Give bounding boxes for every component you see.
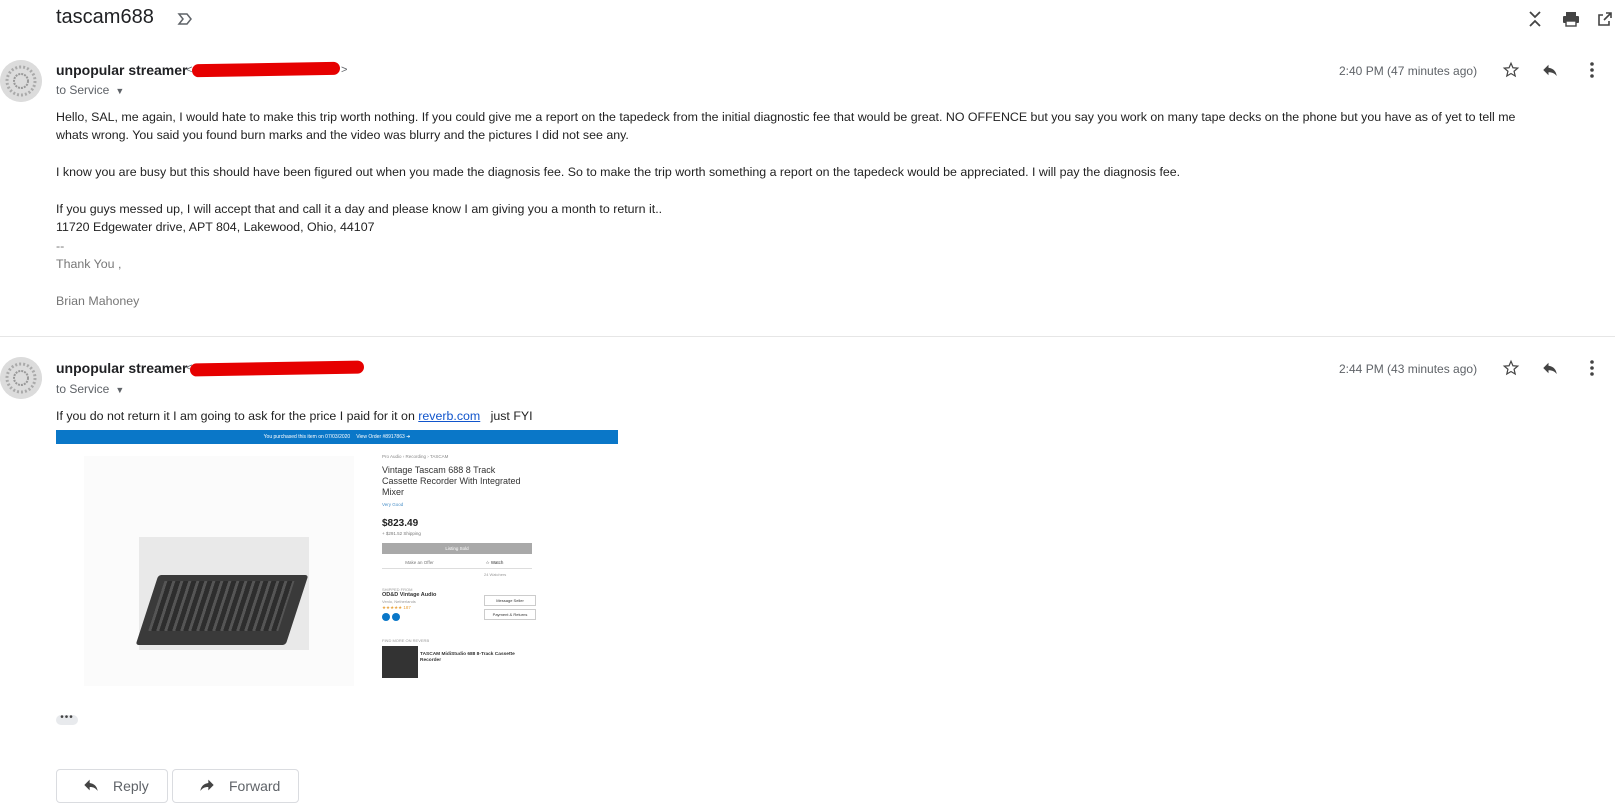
condition: Very Good [382,502,404,507]
avatar[interactable] [0,60,42,102]
redaction-mark [189,360,365,377]
shop-location: Venlo, Netherlands [382,599,416,604]
label-icon[interactable] [176,10,194,28]
reverb-link[interactable]: reverb.com [418,409,480,423]
breadcrumb: Pro Audio › Recording › TASCAM [382,454,449,459]
star-icon[interactable] [1500,59,1522,81]
offer-watch-row: Make an Offer ☆ Watch [382,557,532,569]
shop-rating: ★★★★★ 187 [382,605,411,610]
message-body: If you do not return it I am going to as… [56,407,533,425]
signature-line: Thank You , [56,257,122,272]
more-vert-icon[interactable] [1581,357,1603,379]
payment-returns: Payment & Returns [484,609,536,620]
body-text-after: just FYI [480,409,533,423]
message-seller: Message Seller [484,595,536,606]
related-title: TASCAM MidiStudio 688 8-Track Cassette R… [420,652,515,663]
view-order-link: View Order #8917863 ➜ [356,434,411,440]
recipient-text: to Service [56,83,110,97]
signature-separator: -- [56,238,65,253]
body-line: Hello, SAL, me again, I would hate to ma… [56,110,1516,124]
body-line: I know you are busy but this should have… [56,165,1181,180]
forward-label: Forward [229,778,281,794]
forward-button[interactable]: Forward [172,769,300,803]
message-body: Hello, SAL, me again, I would hate to ma… [56,108,1515,310]
forward-icon [199,778,215,795]
body-text-before: If you do not return it I am going to as… [56,409,419,423]
reply-icon[interactable] [1539,357,1561,379]
find-more-label: FIND MORE ON REVERB [382,638,430,643]
body-line: whats wrong. You said you found burn mar… [56,128,629,143]
chevron-down-icon[interactable]: ▼ [115,385,124,395]
message-divider [0,336,1615,337]
reply-icon[interactable] [1539,59,1561,81]
product-title: Vintage Tascam 688 8 Track Cassette Reco… [382,465,521,497]
sender-name[interactable]: unpopular streamer [56,360,187,376]
inline-image[interactable]: You purchased this item on 07/03/2020 Vi… [56,430,618,692]
print-icon[interactable] [1560,8,1582,30]
star-icon[interactable] [1500,357,1522,379]
reply-icon [83,778,99,795]
related-thumbnail [382,646,418,678]
redaction-mark [191,61,341,78]
make-offer: Make an Offer [382,557,457,569]
banner-text: You purchased this item on 07/03/2020 [263,434,351,440]
tape-deck-shape [135,575,309,645]
avatar[interactable] [0,357,42,399]
open-new-window-icon[interactable] [1594,8,1615,30]
collapse-icon[interactable] [1524,8,1546,30]
reply-label: Reply [113,778,149,794]
sender-address-close: > [341,64,348,76]
body-line: If you guys messed up, I will accept tha… [56,202,663,216]
watch: ☆ Watch [457,557,532,569]
shop-name: OD&D Vintage Audio [382,592,437,598]
listing-sold-button: Listing Sold [382,543,532,554]
purchase-banner: You purchased this item on 07/03/2020 Vi… [56,430,618,444]
show-trimmed-content-button[interactable]: ••• [56,713,78,725]
message-time: 2:40 PM (47 minutes ago) [1339,64,1478,78]
body-line: 11720 Edgewater drive, APT 804, Lakewood… [56,220,375,235]
chevron-down-icon[interactable]: ▼ [115,86,124,96]
sender-name[interactable]: unpopular streamer [56,62,187,78]
reply-button[interactable]: Reply [56,769,168,803]
recipient-line[interactable]: to Service ▼ [56,382,124,396]
product-photo [135,537,309,650]
watchers: 24 Watchers [484,572,507,577]
more-vert-icon[interactable] [1581,59,1603,81]
message-time: 2:44 PM (43 minutes ago) [1339,362,1478,376]
recipient-line[interactable]: to Service ▼ [56,83,124,97]
badge-icons [382,613,404,622]
product-price: $823.49 [382,518,419,529]
signature-name: Brian Mahoney [56,294,140,309]
recipient-text: to Service [56,382,110,396]
email-subject: tascam688 [56,6,154,28]
shipping-price: + $291.52 Shipping [382,531,421,536]
